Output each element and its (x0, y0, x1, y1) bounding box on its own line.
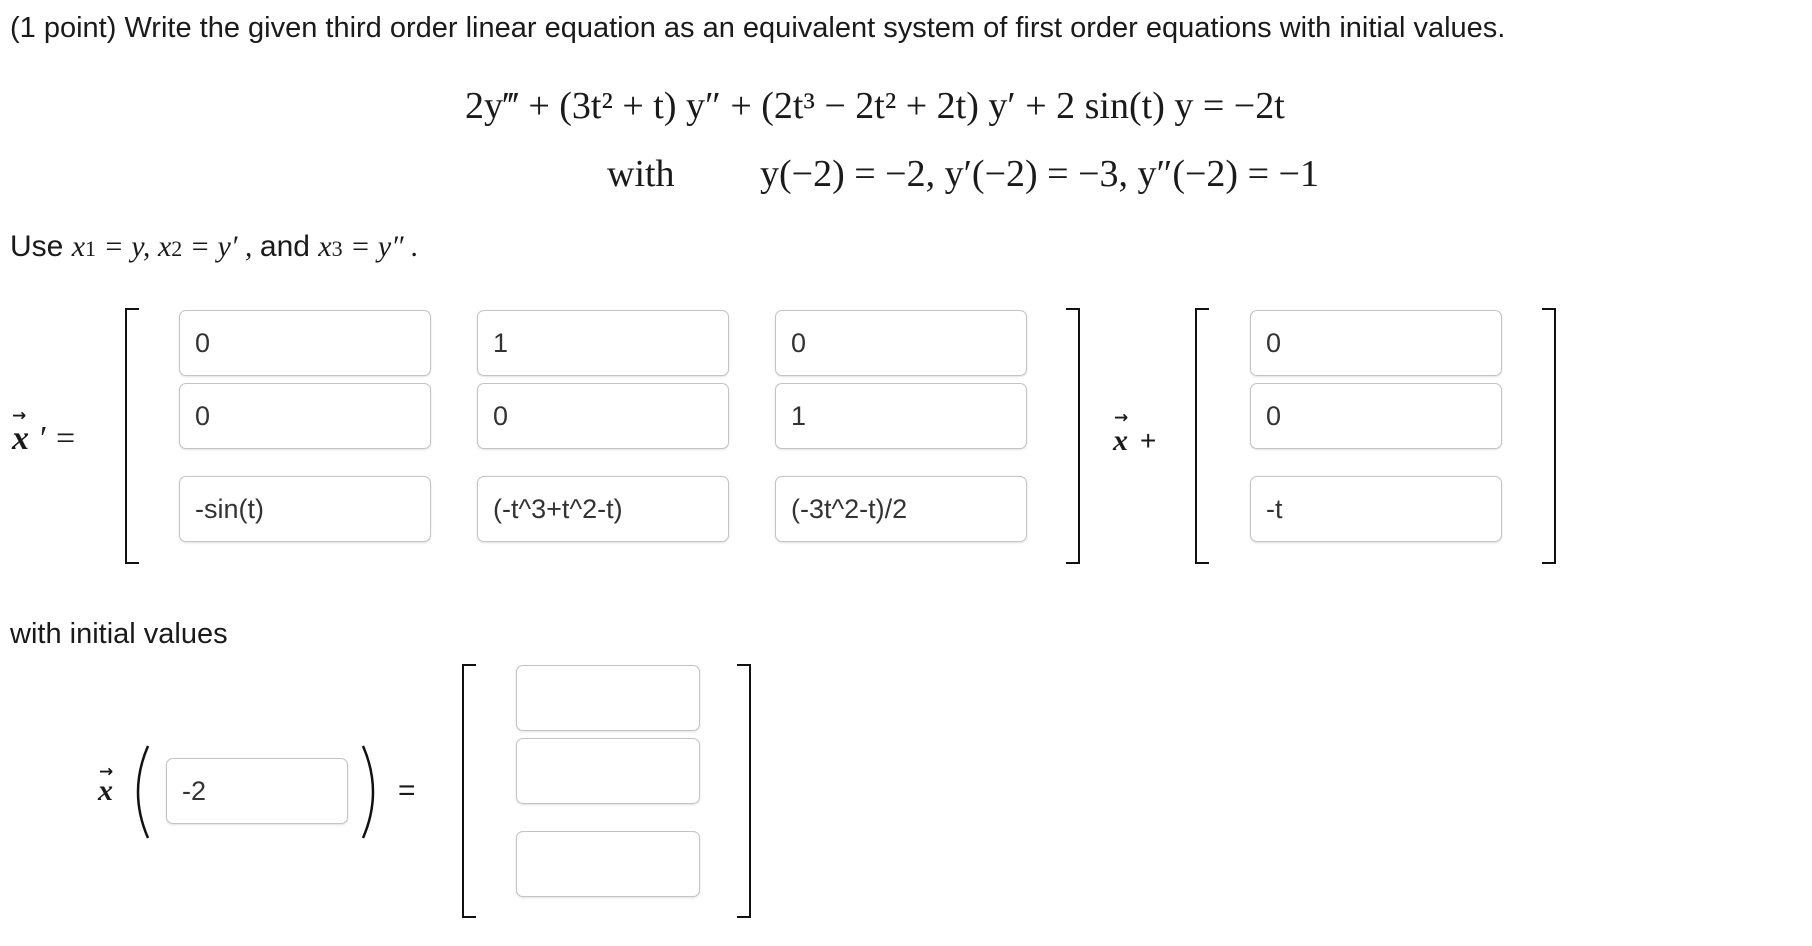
matrix-cell-2-3[interactable] (775, 383, 1027, 449)
x2-sub: 2 (171, 236, 183, 261)
x1-sub: 1 (85, 236, 97, 261)
forcing-cell-3[interactable] (1250, 476, 1502, 542)
matrix-cell-1-1[interactable] (179, 310, 431, 376)
matrix-cell-3-2[interactable] (477, 476, 729, 542)
and-label: and (259, 230, 310, 263)
x-vector-symbol: x (12, 420, 29, 457)
initial-left-bracket (462, 664, 476, 918)
equals-sign: = (398, 774, 416, 807)
substitution-line: Use x1 = y, x2 = y′ , and x3 = y″ . (10, 230, 419, 264)
right-paren-icon (361, 745, 375, 839)
plus-sign: + (1140, 425, 1157, 456)
matrix-cell-1-3[interactable] (775, 310, 1027, 376)
with-label: with (607, 153, 675, 195)
x3-eq: = y″ . (342, 230, 419, 263)
initial-value-cell-2[interactable] (516, 738, 700, 804)
x1-eq: = y, (96, 230, 158, 263)
initial-conditions: y(−2) = −2, y′(−2) = −3, y″(−2) = −1 (760, 153, 1319, 195)
question-text: (1 point) Write the given third order li… (10, 12, 1506, 44)
x1-var: x (71, 230, 86, 263)
matrix-cell-3-3[interactable] (775, 476, 1027, 542)
forcing-cell-1[interactable] (1250, 310, 1502, 376)
left-paren-icon (136, 745, 150, 839)
matrix-right-bracket (1066, 308, 1080, 564)
initial-right-bracket (737, 664, 751, 918)
forcing-cell-2[interactable] (1250, 383, 1502, 449)
x2-eq: = y′ , (182, 230, 260, 263)
matrix-cell-3-1[interactable] (179, 476, 431, 542)
x2-var: x (157, 230, 172, 263)
initial-values-label: with initial values (10, 618, 228, 650)
x3-sub: 3 (331, 236, 343, 261)
initial-time-input[interactable] (166, 758, 348, 824)
matrix-cell-2-1[interactable] (179, 383, 431, 449)
matrix-left-bracket (125, 308, 139, 564)
x3-var: x (318, 230, 332, 263)
matrix-cell-1-2[interactable] (477, 310, 729, 376)
differential-equation: 2y‴ + (3t² + t) y″ + (2t³ − 2t² + 2t) y′… (465, 85, 1285, 127)
matrix-cell-2-2[interactable] (477, 383, 729, 449)
forcing-right-bracket (1542, 308, 1556, 564)
use-label: Use (10, 230, 64, 263)
x-vector-symbol: x (1113, 424, 1128, 457)
forcing-left-bracket (1195, 308, 1209, 564)
x-vector-symbol: x (98, 774, 113, 807)
initial-value-cell-3[interactable] (516, 831, 700, 897)
prime-equals: ′ = (40, 420, 76, 457)
initial-value-cell-1[interactable] (516, 665, 700, 731)
